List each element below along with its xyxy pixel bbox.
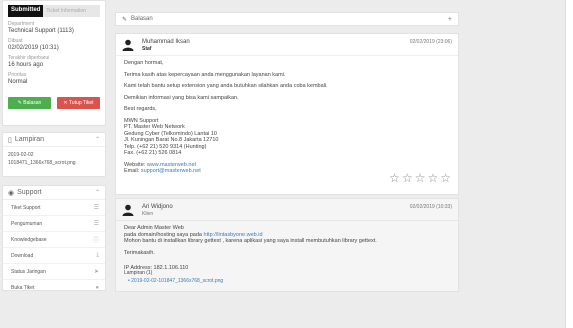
email-label: Email:: [124, 168, 141, 174]
sidebar-item-label: Status Jaringan: [11, 268, 46, 275]
reply-bar-label: Balasan: [131, 16, 153, 22]
message-header: Muhammad Iksan Staf 02/02/2019 (23:06): [116, 34, 458, 55]
created-label: Dibuat: [8, 38, 23, 44]
tab-submitted[interactable]: Submitted: [8, 5, 44, 17]
star-icon[interactable]: ☆: [415, 172, 426, 184]
department-value: Technical Support (1113): [8, 28, 74, 34]
attachment-link[interactable]: 1018471_1366x768_scrot.png: [8, 160, 100, 166]
attachments-label: Lampiran (1): [124, 270, 153, 276]
attachments-header[interactable]: ▯ Lampiran ⌃: [3, 133, 105, 147]
updated-value: 16 hours ago: [8, 62, 44, 68]
user-icon: [122, 204, 134, 216]
star-icon[interactable]: ☆: [389, 172, 400, 184]
department-label: Department: [8, 21, 35, 27]
reply-button-label: Balasan: [23, 100, 42, 106]
sidebar-item-label: Download: [11, 252, 34, 259]
attachment-date: 2019-02-02: [8, 152, 34, 158]
star-icon[interactable]: ☆: [402, 172, 413, 184]
priority-label: Prioritas: [8, 72, 27, 78]
close-ticket-label: Tutup Tiket: [69, 100, 94, 106]
reply-button[interactable]: ✎ Balasan: [8, 97, 51, 109]
list-icon: ☰: [93, 205, 99, 211]
chat-icon: ●: [95, 285, 99, 291]
staff-message: Muhammad Iksan Staf 02/02/2019 (23:06) D…: [115, 33, 459, 195]
sidebar-item-label: Pengumuman: [11, 220, 43, 227]
support-title: Support: [17, 189, 42, 196]
chevron-up-icon[interactable]: ⌃: [95, 189, 100, 196]
ticket-tabs: Submitted Ticket Information: [8, 5, 100, 17]
star-icon[interactable]: ☆: [427, 172, 438, 184]
support-card: ◉ Support ⌃ Tiket Support ☰ Pengumuman ☰…: [2, 185, 106, 291]
signature: MWN Support PT. Master Web Network Gedun…: [124, 118, 450, 157]
author-role: Klien: [142, 211, 154, 217]
sidebar: Submitted Ticket Information Department …: [0, 0, 106, 328]
sidebar-item-knowledgebase[interactable]: Knowledgebase ⓘ: [3, 232, 105, 248]
rating-stars: ☆ ☆ ☆ ☆ ☆: [389, 172, 451, 184]
ticket-thread: ✎ Balasan + Muhammad Iksan Staf 02/02/20…: [115, 12, 459, 328]
priority-value: Normal: [8, 79, 28, 85]
regards: Best regards,: [124, 106, 157, 112]
greeting: Dengan hormat,: [124, 60, 164, 66]
chevron-up-icon[interactable]: ⌃: [95, 136, 100, 143]
list-icon: ☰: [93, 221, 99, 227]
plus-icon[interactable]: +: [448, 16, 452, 23]
sidebar-item-tiket-support[interactable]: Tiket Support ☰: [3, 200, 105, 216]
sidebar-item-download[interactable]: Download ⤓: [3, 248, 105, 264]
support-header[interactable]: ◉ Support ⌃: [3, 186, 105, 200]
website-link[interactable]: www.masterweb.net: [147, 162, 196, 168]
sidebar-item-label: Tiket Support: [11, 204, 41, 211]
download-icon: ⤓: [96, 252, 99, 258]
support-icon: ◉: [8, 189, 15, 197]
attachments-card: ▯ Lampiran ⌃ 2019-02-02 1018471_1366x768…: [2, 132, 106, 177]
sidebar-item-label: Knowledgebase: [11, 236, 47, 243]
sidebar-item-status-jaringan[interactable]: Status Jaringan ➤: [3, 264, 105, 280]
thanks: Terimakasih.: [124, 249, 155, 256]
opening: Dear Admin Master Web pada domain/hostin…: [124, 225, 450, 245]
sidebar-item-pengumuman[interactable]: Pengumuman ☰: [3, 216, 105, 232]
attachment-link[interactable]: • 2019-02-02-101847_1366x768_scrot.png: [128, 278, 223, 284]
send-icon: ➤: [93, 269, 99, 275]
message-attachments: Lampiran (1) • 2019-02-02-101847_1366x76…: [124, 270, 223, 284]
message-body: Dengan hormat, Terima kasih atas keperca…: [116, 56, 458, 175]
ticket-info-card: Submitted Ticket Information Department …: [2, 0, 106, 126]
ticket-actions: ✎ Balasan ✕ Tutup Tiket: [8, 97, 100, 109]
updated-label: Terakhir diperbarui: [8, 55, 50, 61]
message-body: Dear Admin Master Web pada domain/hostin…: [116, 221, 458, 272]
message-header: Ari Widjono Klien 02/02/2019 (10:33): [116, 199, 458, 220]
author-role: Staf: [142, 46, 152, 52]
signature-line: Fax. (+62 21) 526 0814: [124, 150, 182, 156]
paragraph: Demikian informasi yang bisa kami sampai…: [124, 94, 239, 101]
paragraph: Mohon bantu di installkan library gettex…: [124, 238, 377, 244]
sidebar-item-label: Buka Tiket: [11, 285, 35, 291]
info-icon: ⓘ: [92, 238, 99, 244]
scrollbar[interactable]: [565, 0, 573, 328]
client-message: Ari Widjono Klien 02/02/2019 (10:33) Dea…: [115, 198, 459, 292]
close-ticket-button[interactable]: ✕ Tutup Tiket: [57, 97, 100, 109]
ticket-page: Submitted Ticket Information Department …: [0, 0, 573, 328]
paragraph-text: pada domain/hosting saya pada: [124, 231, 204, 238]
user-icon: [122, 39, 134, 51]
paragraph: Terima kasih atas kepercayaan anda mengg…: [124, 71, 286, 78]
star-icon[interactable]: ☆: [440, 172, 451, 184]
website-label: Website:: [124, 161, 147, 168]
reply-bar[interactable]: ✎ Balasan +: [115, 12, 459, 26]
created-value: 02/02/2019 (10:31): [8, 45, 59, 51]
author-name: Muhammad Iksan: [142, 39, 190, 45]
tab-ticket-info[interactable]: Ticket Information: [43, 5, 100, 17]
pencil-icon: ✎: [122, 16, 128, 23]
author-name: Ari Widjono: [142, 204, 173, 210]
paperclip-icon: ▯: [8, 136, 12, 144]
message-date: 02/02/2019 (23:06): [409, 39, 452, 45]
domain-link[interactable]: http://lintasbyone.web.id: [204, 232, 263, 238]
message-date: 02/02/2019 (10:33): [409, 204, 452, 210]
email-link[interactable]: support@masterweb.net: [141, 168, 201, 174]
attachments-title: Lampiran: [14, 136, 45, 143]
paragraph: Kami telah bantu setup extension yang an…: [124, 83, 328, 89]
sidebar-item-buka-tiket[interactable]: Buka Tiket ●: [3, 280, 105, 296]
